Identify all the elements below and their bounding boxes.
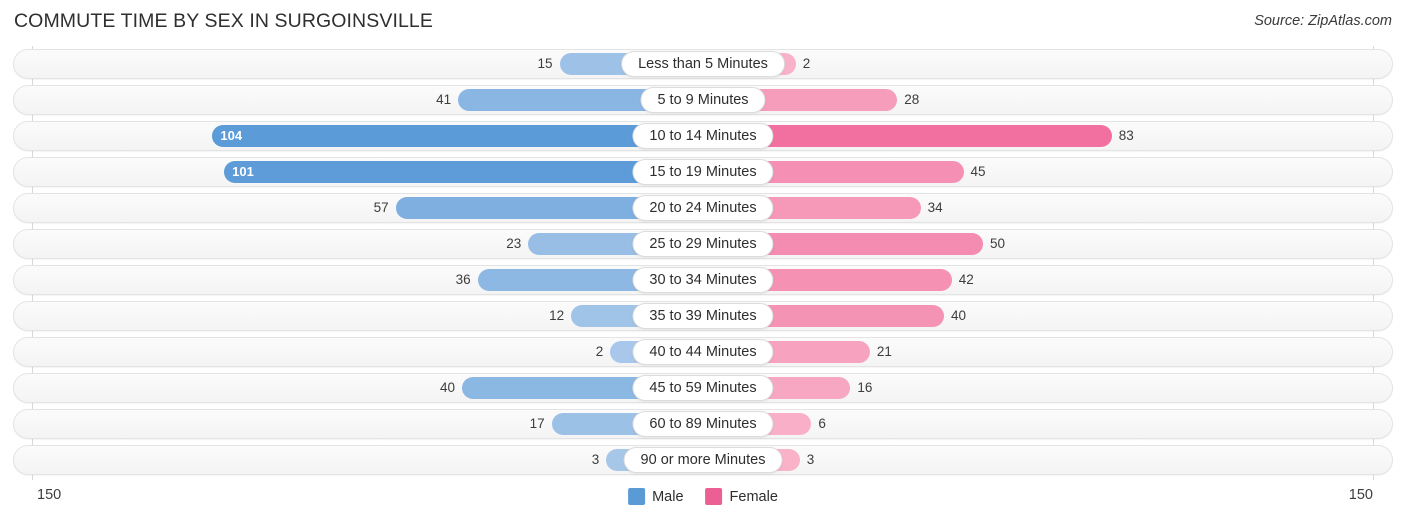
value-label-female: 50 — [990, 236, 1006, 251]
value-label-male: 2 — [595, 344, 604, 359]
value-label-male: 12 — [549, 308, 565, 323]
chart-row: 101 45 15 to 19 Minutes — [13, 157, 1393, 187]
value-label-female: 40 — [951, 308, 967, 323]
plot-area: 15 2 Less than 5 Minutes 41 28 5 to 9 Minutes… — [0, 46, 1406, 480]
value-label-male: 15 — [537, 56, 553, 71]
chart-root: COMMUTE TIME BY SEX IN SURGOINSVILLE Sou… — [0, 0, 1406, 523]
chart-row: 15 2 Less than 5 Minutes — [13, 49, 1393, 79]
value-label-female: 42 — [958, 272, 974, 287]
category-label: 45 to 59 Minutes — [632, 375, 774, 401]
value-label-male: 17 — [529, 416, 545, 431]
source-attribution: Source: ZipAtlas.com — [1254, 13, 1392, 29]
category-label: 60 to 89 Minutes — [632, 411, 774, 437]
legend-item-male[interactable]: Male — [628, 488, 684, 505]
chart-footer: 150 150 Male Female — [0, 480, 1406, 523]
category-label: 15 to 19 Minutes — [632, 159, 774, 185]
axis-max-right-label: 150 — [1348, 487, 1373, 503]
axis-max-left-label: 150 — [37, 487, 62, 503]
category-label: 35 to 39 Minutes — [632, 303, 774, 329]
value-label-female: 45 — [970, 164, 986, 179]
value-label-female: 34 — [927, 200, 943, 215]
value-label-female: 28 — [904, 92, 920, 107]
legend-label-female: Female — [729, 488, 778, 505]
chart-row: 23 50 25 to 29 Minutes — [13, 229, 1393, 259]
value-label-female: 83 — [1118, 128, 1134, 143]
legend-label-male: Male — [652, 488, 684, 505]
value-label-male: 104 — [220, 128, 243, 143]
category-label: Less than 5 Minutes — [621, 51, 785, 77]
category-label: 30 to 34 Minutes — [632, 267, 774, 293]
chart-row: 12 40 35 to 39 Minutes — [13, 301, 1393, 331]
category-label: 20 to 24 Minutes — [632, 195, 774, 221]
value-label-male: 101 — [232, 164, 254, 179]
chart-row: 2 21 40 to 44 Minutes — [13, 337, 1393, 367]
value-label-female: 6 — [818, 416, 826, 431]
chart-row: 36 42 30 to 34 Minutes — [13, 265, 1393, 295]
value-label-male: 40 — [439, 380, 455, 395]
category-label: 5 to 9 Minutes — [640, 87, 766, 113]
legend-item-female[interactable]: Female — [705, 488, 778, 505]
legend-swatch-male-icon — [628, 488, 646, 505]
chart-header: COMMUTE TIME BY SEX IN SURGOINSVILLE Sou… — [0, 0, 1406, 46]
page-title: COMMUTE TIME BY SEX IN SURGOINSVILLE — [14, 10, 433, 32]
bar-male[interactable] — [212, 125, 703, 147]
chart-row: 41 28 5 to 9 Minutes — [13, 85, 1393, 115]
value-label-male: 36 — [455, 272, 471, 287]
chart-row: 17 6 60 to 89 Minutes — [13, 409, 1393, 439]
legend-swatch-female-icon — [705, 488, 723, 505]
value-label-female: 2 — [802, 56, 811, 71]
chart-row: 3 3 90 or more Minutes — [13, 445, 1393, 475]
value-label-male: 57 — [373, 200, 389, 215]
category-label: 10 to 14 Minutes — [632, 123, 774, 149]
value-label-female: 16 — [857, 380, 873, 395]
category-label: 40 to 44 Minutes — [632, 339, 774, 365]
category-label: 25 to 29 Minutes — [632, 231, 774, 257]
value-label-female: 3 — [806, 452, 815, 467]
legend: Male Female — [628, 488, 778, 505]
chart-row: 104 83 10 to 14 Minutes — [13, 121, 1393, 151]
value-label-male: 23 — [506, 236, 522, 251]
value-label-female: 21 — [876, 344, 892, 359]
chart-row: 40 16 45 to 59 Minutes — [13, 373, 1393, 403]
category-label: 90 or more Minutes — [623, 447, 783, 473]
chart-row: 57 34 20 to 24 Minutes — [13, 193, 1393, 223]
value-label-male: 3 — [591, 452, 600, 467]
value-label-male: 41 — [436, 92, 452, 107]
bar-male[interactable] — [224, 161, 703, 183]
